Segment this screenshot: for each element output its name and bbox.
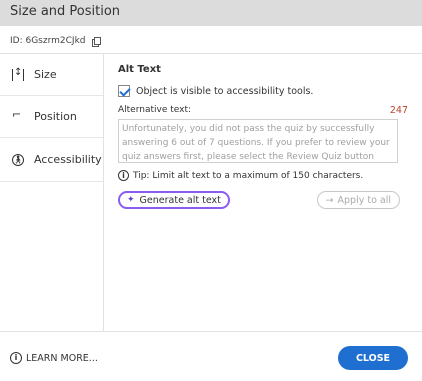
sidebar-item-accessibility[interactable]: 🚶︎ Accessibility xyxy=(0,138,103,182)
sidebar-item-label: Size xyxy=(34,68,57,81)
tip-text: Tip: Limit alt text to a maximum of 150 … xyxy=(133,170,364,181)
accessibility-icon: 🚶︎ xyxy=(12,153,24,166)
footer: i LEARN MORE... CLOSE xyxy=(0,331,422,381)
tip-row: i Tip: Limit alt text to a maximum of 15… xyxy=(118,170,408,181)
arrow-right-icon: → xyxy=(325,194,334,206)
info-icon: i xyxy=(10,352,22,364)
close-button[interactable]: CLOSE xyxy=(338,346,408,370)
sidebar-item-label: Accessibility xyxy=(34,153,102,166)
learn-more-label: LEARN MORE... xyxy=(26,352,98,364)
alt-text-panel: Alt Text Object is visible to accessibil… xyxy=(118,54,408,209)
sidebar-item-position[interactable]: Position xyxy=(0,96,103,138)
copy-icon[interactable] xyxy=(91,37,101,47)
object-id: ID: 6Gszrm2CJkd xyxy=(10,36,86,46)
alt-text-label: Alternative text: xyxy=(118,105,192,115)
sidebar-item-size[interactable]: Size xyxy=(0,54,103,96)
visibility-checkbox-row: Object is visible to accessibility tools… xyxy=(118,85,408,97)
resize-vertical-icon xyxy=(12,67,24,81)
learn-more-link[interactable]: i LEARN MORE... xyxy=(10,352,98,364)
sparkle-icon: ✦ xyxy=(127,195,135,205)
alt-text-input[interactable]: Unfortunately, you did not pass the quiz… xyxy=(118,119,398,163)
section-title: Alt Text xyxy=(118,64,161,75)
id-bar: ID: 6Gszrm2CJkd xyxy=(0,26,422,54)
alt-text-header: Alternative text: 247 xyxy=(118,105,408,116)
generate-label: Generate alt text xyxy=(139,194,221,206)
sidebar-item-label: Position xyxy=(34,110,77,123)
info-icon: i xyxy=(118,170,129,181)
dialog-title: Size and Position xyxy=(0,0,422,26)
position-icon xyxy=(12,108,24,123)
checkbox-label: Object is visible to accessibility tools… xyxy=(136,85,314,97)
action-row: ✦ Generate alt text → Apply to all xyxy=(118,191,400,209)
generate-alt-text-button[interactable]: ✦ Generate alt text xyxy=(118,191,230,209)
visibility-checkbox[interactable] xyxy=(118,85,130,97)
apply-label: Apply to all xyxy=(337,194,392,206)
char-count: 247 xyxy=(389,105,408,116)
sidebar: Size Position 🚶︎ Accessibility xyxy=(0,54,104,331)
apply-to-all-button[interactable]: → Apply to all xyxy=(316,191,400,209)
